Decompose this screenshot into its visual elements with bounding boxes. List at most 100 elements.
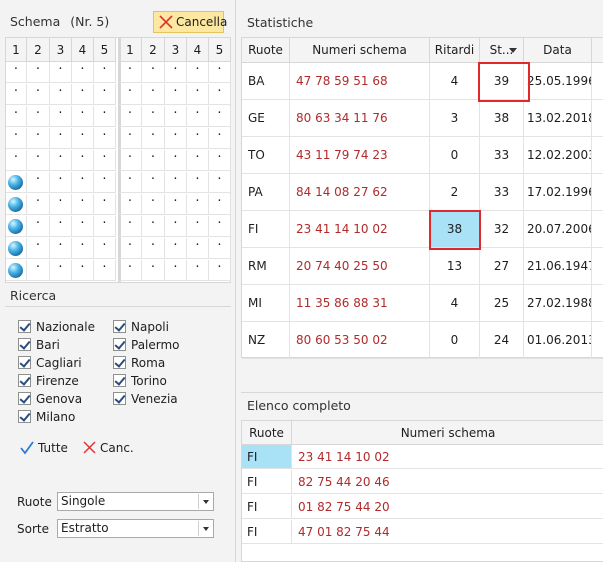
cell-ruota[interactable]: GE <box>242 100 290 137</box>
grid-cell[interactable]: · <box>119 172 142 193</box>
checkbox-box[interactable] <box>18 410 31 423</box>
grid-cell[interactable]: · <box>94 150 116 171</box>
grid-cell[interactable]: · <box>27 238 50 259</box>
grid-cell[interactable]: · <box>142 216 165 237</box>
grid-cell[interactable]: · <box>119 84 142 105</box>
grid-cell[interactable]: · <box>27 62 50 83</box>
schema-grid[interactable]: 1 2 3 4 5 1 2 3 4 5 · · · · · · · · · · · · · · · · · · · · · · · · · · · · · ·… <box>5 37 231 283</box>
cell-numeri[interactable]: 80 63 34 11 76 <box>290 100 430 137</box>
checkbox-box[interactable] <box>113 392 126 405</box>
cell-data[interactable]: 25.05.1996 <box>524 63 592 100</box>
grid-cell[interactable]: · <box>94 216 116 237</box>
grid-cell[interactable]: · <box>187 238 209 259</box>
grid-cell[interactable]: · <box>209 216 231 237</box>
grid-cell[interactable]: · <box>142 172 165 193</box>
grid-cell[interactable]: · <box>50 194 72 215</box>
column-header-2[interactable]: Ritardi <box>430 38 480 63</box>
grid-cell[interactable] <box>6 238 27 259</box>
grid-cell[interactable]: · <box>72 84 94 105</box>
grid-cell[interactable]: · <box>119 150 142 171</box>
grid-cell[interactable]: · <box>119 62 142 83</box>
grid-cell[interactable]: · <box>119 216 142 237</box>
column-header-0[interactable]: Ruote <box>242 38 290 63</box>
cell-st[interactable]: 33 <box>480 174 524 211</box>
grid-cell[interactable]: · <box>165 106 187 127</box>
grid-cell[interactable]: · <box>187 106 209 127</box>
checkbox-box[interactable] <box>18 392 31 405</box>
grid-cell[interactable]: · <box>94 62 116 83</box>
cell-ruota[interactable]: RM <box>242 248 290 285</box>
grid-cell[interactable]: · <box>50 260 72 281</box>
grid-cell[interactable]: · <box>94 260 116 281</box>
grid-cell[interactable]: · <box>72 238 94 259</box>
checkbox-box[interactable] <box>113 374 126 387</box>
checkbox-box[interactable] <box>18 320 31 333</box>
grid-cell[interactable]: · <box>165 216 187 237</box>
grid-cell[interactable]: · <box>187 260 209 281</box>
cell-ritardi[interactable]: 0 <box>430 137 480 174</box>
checkbox-box[interactable] <box>18 374 31 387</box>
grid-cell[interactable]: · <box>72 194 94 215</box>
elenco-column-header-0[interactable]: Ruote <box>242 421 292 445</box>
column-header-3[interactable]: St... <box>480 38 524 63</box>
grid-cell[interactable]: · <box>165 260 187 281</box>
grid-cell[interactable]: · <box>72 106 94 127</box>
column-header-1[interactable]: Numeri schema <box>290 38 430 63</box>
grid-cell[interactable]: · <box>6 84 27 105</box>
grid-cell[interactable]: · <box>27 128 50 149</box>
grid-cell[interactable] <box>6 172 27 193</box>
grid-cell[interactable]: · <box>119 238 142 259</box>
grid-cell[interactable]: · <box>6 62 27 83</box>
cell-ruota[interactable]: MI <box>242 285 290 322</box>
elenco-cell-numeri[interactable]: 01 82 75 44 20 <box>292 495 603 519</box>
grid-cell[interactable]: · <box>119 128 142 149</box>
canc-button[interactable]: Canc. <box>83 440 134 456</box>
cell-ritardi[interactable]: 2 <box>430 174 480 211</box>
cell-numeri[interactable]: 80 60 53 50 02 <box>290 322 430 359</box>
chevron-down-icon[interactable] <box>198 494 212 509</box>
cell-st[interactable]: 24 <box>480 322 524 359</box>
grid-cell[interactable]: · <box>50 216 72 237</box>
elenco-column-header-1[interactable]: Numeri schema <box>292 421 603 445</box>
grid-cell[interactable]: · <box>6 106 27 127</box>
cancella-button[interactable]: Cancella <box>153 11 227 33</box>
grid-cell[interactable]: · <box>119 260 142 281</box>
grid-cell[interactable]: · <box>50 62 72 83</box>
ruote-select[interactable]: Singole <box>57 492 214 511</box>
grid-cell[interactable]: · <box>27 172 50 193</box>
sorte-select[interactable]: Estratto <box>57 519 214 538</box>
grid-cell[interactable]: · <box>165 128 187 149</box>
grid-cell[interactable]: · <box>6 128 27 149</box>
grid-cell[interactable]: · <box>187 62 209 83</box>
grid-cell[interactable]: · <box>27 150 50 171</box>
grid-cell[interactable]: · <box>209 62 231 83</box>
cell-ritardi[interactable]: 4 <box>430 285 480 322</box>
grid-cell[interactable]: · <box>72 150 94 171</box>
grid-cell[interactable]: · <box>209 172 231 193</box>
cell-data[interactable]: 01.06.2013 <box>524 322 592 359</box>
grid-cell[interactable]: · <box>94 172 116 193</box>
grid-cell[interactable]: · <box>165 84 187 105</box>
grid-cell[interactable]: · <box>209 84 231 105</box>
cell-numeri[interactable]: 43 11 79 74 23 <box>290 137 430 174</box>
cell-data[interactable]: 20.07.2006 <box>524 211 592 248</box>
column-header-4[interactable]: Data <box>524 38 592 63</box>
grid-cell[interactable]: · <box>50 84 72 105</box>
grid-cell[interactable]: · <box>72 128 94 149</box>
cell-data[interactable]: 17.02.1996 <box>524 174 592 211</box>
grid-cell[interactable]: · <box>165 238 187 259</box>
grid-cell[interactable]: · <box>119 194 142 215</box>
cell-numeri[interactable]: 84 14 08 27 62 <box>290 174 430 211</box>
checkbox-box[interactable] <box>18 356 31 369</box>
grid-cell[interactable]: · <box>209 260 231 281</box>
grid-cell[interactable]: · <box>50 106 72 127</box>
cell-ruota[interactable]: FI <box>242 211 290 248</box>
grid-cell[interactable]: · <box>72 172 94 193</box>
grid-cell[interactable]: · <box>142 150 165 171</box>
grid-cell[interactable]: · <box>50 172 72 193</box>
cell-ruota[interactable]: TO <box>242 137 290 174</box>
grid-cell[interactable]: · <box>94 106 116 127</box>
cell-ritardi[interactable]: 3 <box>430 100 480 137</box>
grid-cell[interactable]: · <box>94 84 116 105</box>
grid-cell[interactable]: · <box>187 172 209 193</box>
